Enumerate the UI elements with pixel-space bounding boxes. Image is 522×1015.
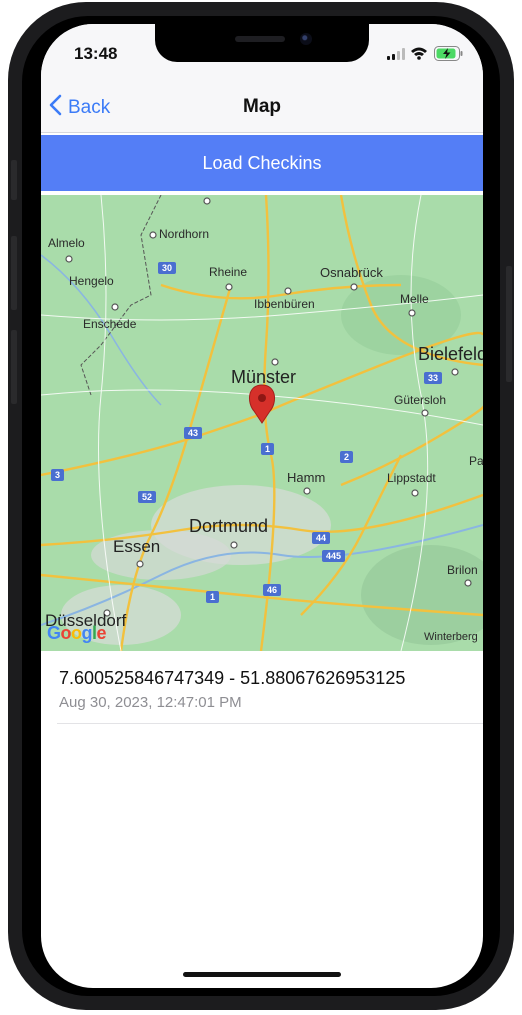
map-city-label: Ibbenbüren [254, 297, 315, 311]
notch [155, 24, 369, 62]
home-indicator[interactable] [183, 972, 341, 977]
checkin-list-item[interactable]: 7.600525846747349 - 51.88067626953125 Au… [57, 651, 483, 724]
map-city-label: Essen [113, 537, 161, 556]
map-city-label: Münster [231, 367, 297, 387]
road-shield: 3 [51, 469, 65, 481]
road-shield: 1 [206, 591, 220, 603]
map-city-label: Hamm [287, 470, 326, 485]
power-button [506, 266, 512, 382]
road-shield: 46 [263, 584, 282, 596]
google-logo: Google [47, 623, 107, 643]
map-view[interactable]: Almelo Nordhorn Hengelo Rheine Osnabrück… [41, 195, 483, 651]
volume-up-button [11, 236, 17, 310]
map-city-label: Gütersloh [394, 393, 447, 407]
wifi-icon [410, 46, 428, 60]
map-city-label: Nordhorn [159, 227, 210, 241]
status-time: 13:48 [74, 44, 118, 63]
map-roads [41, 195, 483, 651]
map-city-label: Hengelo [69, 274, 114, 288]
map-city-label: Almelo [48, 236, 85, 250]
road-shield: 33 [424, 372, 443, 384]
road-shield: 30 [158, 262, 177, 274]
checkin-timestamp: Aug 30, 2023, 12:47:01 PM [59, 694, 242, 711]
map-city-label: Melle [400, 292, 429, 306]
map-city-label: Lippstadt [387, 471, 436, 485]
map-city-label: Pa [469, 454, 483, 468]
road-shield: 1 [261, 443, 275, 455]
page-title: Map [243, 96, 281, 117]
map-city-label: Osnabrück [320, 265, 383, 280]
road-shield: 445 [322, 550, 346, 562]
road-shield: 52 [138, 491, 157, 503]
road-shield: 43 [184, 427, 203, 439]
checkin-coordinates: 7.600525846747349 - 51.88067626953125 [59, 668, 406, 688]
volume-down-button [11, 330, 17, 404]
screen: 13:48 Back Map Load Checkins Almelo Nord… [41, 24, 483, 988]
map-city-label: Dortmund [189, 516, 269, 536]
road-shield: 44 [312, 532, 331, 544]
road-shield: 2 [340, 451, 354, 463]
map-city-label: Rheine [209, 265, 248, 279]
camera-icon [300, 33, 312, 45]
map-city-label: Brilon [447, 563, 478, 577]
mute-switch [11, 160, 17, 200]
navigation-bar: Back Map [41, 84, 483, 133]
battery-icon [434, 46, 464, 61]
load-checkins-button[interactable]: Load Checkins [41, 135, 483, 191]
map-city-label: Enschede [83, 317, 137, 331]
map-city-label: Bielefeld [418, 344, 483, 364]
map-city-label: Winterberg [424, 631, 478, 643]
signal-icon [387, 48, 405, 60]
